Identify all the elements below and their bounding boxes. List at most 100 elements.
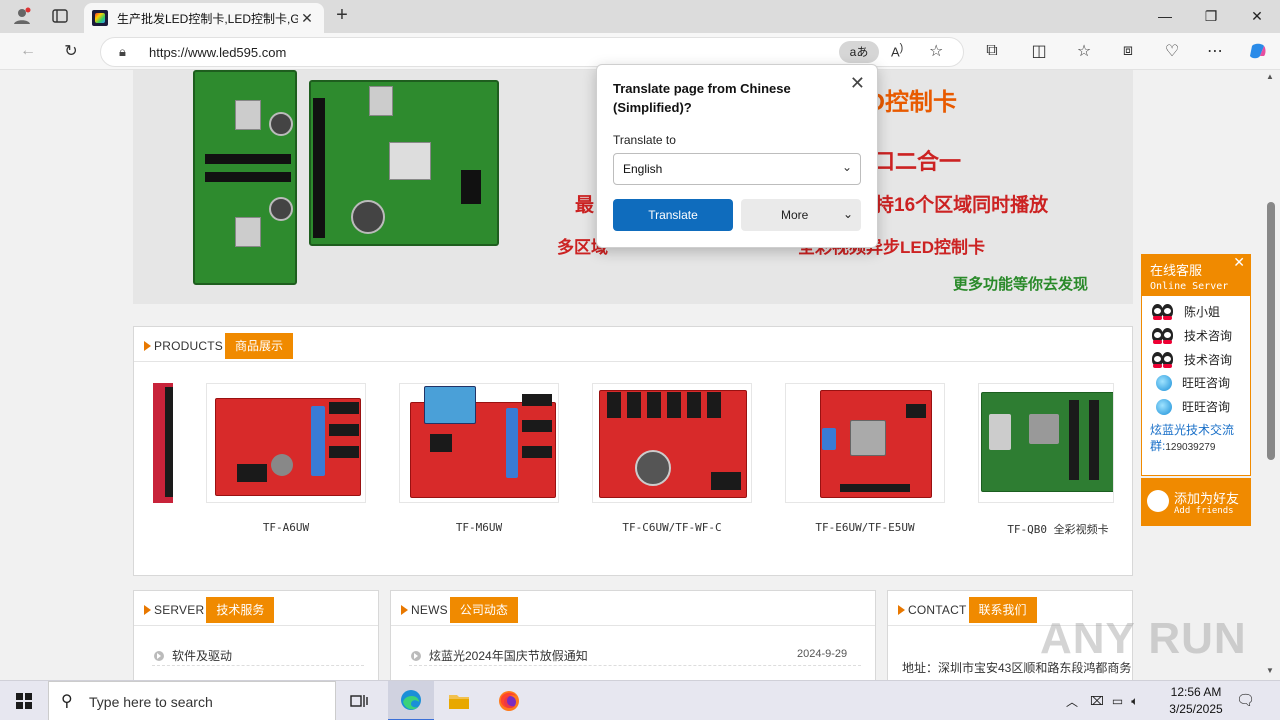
scrollbar-thumb[interactable] (1267, 202, 1275, 460)
wangwang-icon (1156, 398, 1172, 415)
more-button[interactable]: More ⌄ (741, 199, 861, 231)
wangwang-contact[interactable]: 旺旺咨询 (1152, 374, 1230, 391)
divider (134, 361, 1132, 362)
volume-icon[interactable]: 🔈︎ (1131, 694, 1138, 709)
lock-icon[interactable]: 🔒︎ (119, 44, 126, 60)
product-card[interactable]: TF-QB0 全彩视频卡 (978, 383, 1138, 537)
split-screen-icon[interactable]: ◫ (1026, 39, 1052, 63)
product-name[interactable]: TF-M6UW (399, 521, 559, 534)
more-menu-icon[interactable]: ⋯ (1202, 39, 1228, 63)
translate-icon[interactable]: aあ (839, 41, 879, 63)
wangwang-label[interactable]: 旺旺咨询 (1182, 374, 1230, 391)
service-close-icon[interactable]: ✕ (1233, 254, 1245, 271)
product-card[interactable]: TF-M6UW (399, 383, 559, 534)
close-popup-icon[interactable]: ✕ (850, 73, 865, 94)
product-image-partial[interactable] (153, 383, 173, 503)
news-list-item[interactable]: 炫蓝光2024年国庆节放假通知 (411, 647, 588, 664)
banner-pcb-image-2 (309, 80, 499, 246)
server-list-item[interactable]: 软件及驱动 (154, 647, 232, 664)
edge-taskbar-icon[interactable] (388, 681, 434, 720)
address-bar[interactable]: 🔒︎ https://www.led595.com aあ A) ☆ (100, 37, 964, 67)
language-select[interactable]: English ⌄ (613, 153, 861, 185)
product-name[interactable]: TF-E6UW/TF-E5UW (785, 521, 945, 534)
product-image[interactable] (978, 383, 1114, 503)
read-aloud-icon[interactable]: A) (891, 42, 903, 59)
products-section: PRODUCTS 商品展示 TF-A6UW TF-M6UW TF-C6UW/TF… (133, 326, 1133, 576)
network-device-icon[interactable]: ⌧ (1090, 694, 1104, 708)
add-friend-cn[interactable]: 添加为好友 (1174, 488, 1239, 507)
profile-icon[interactable] (10, 5, 34, 27)
translate-button[interactable]: Translate (613, 199, 733, 231)
product-name[interactable]: TF-QB0 全彩视频卡 (978, 521, 1138, 537)
products-header: PRODUCTS 商品展示 (144, 333, 293, 359)
product-image[interactable] (592, 383, 752, 503)
product-card[interactable]: TF-A6UW (206, 383, 366, 534)
firefox-icon[interactable] (486, 681, 532, 720)
add-friend-button[interactable]: 添加为好友 Add friends (1141, 478, 1251, 526)
close-tab-icon[interactable]: ✕ (298, 10, 316, 27)
arrow-icon (144, 341, 151, 351)
tech-group: 炫蓝光技术交流群:129039279 (1150, 422, 1246, 456)
copilot-icon[interactable] (1245, 39, 1271, 63)
close-window-button[interactable]: ✕ (1234, 4, 1280, 28)
server-section: SERVER 技术服务 软件及驱动 (133, 590, 379, 680)
banner-line-2: 口二合一 (873, 149, 962, 174)
add-friend-en[interactable]: Add friends (1174, 506, 1234, 516)
service-title: 在线客服 (1150, 263, 1203, 278)
clock-time[interactable]: 12:56 AM (1160, 684, 1232, 701)
scroll-down-icon[interactable]: ▼ (1266, 666, 1274, 675)
qq-contact-label[interactable]: 技术咨询 (1184, 351, 1232, 368)
scroll-up-icon[interactable]: ▲ (1266, 72, 1274, 81)
favorites-icon[interactable]: ☆ (1071, 39, 1097, 63)
new-tab-button[interactable]: + (332, 5, 352, 27)
start-button[interactable] (0, 681, 48, 720)
tab-actions-icon[interactable] (48, 5, 72, 27)
chevron-down-icon[interactable]: ⌄ (842, 160, 852, 174)
refresh-icon[interactable]: ↻ (58, 39, 84, 63)
more-button-label[interactable]: More (781, 208, 808, 222)
collections-icon[interactable]: ⧈ (1115, 39, 1141, 63)
notification-icon[interactable]: 🗨︎ (1236, 691, 1255, 709)
favorite-star-icon[interactable]: ☆ (929, 41, 943, 61)
file-explorer-icon[interactable] (436, 681, 482, 720)
extensions-icon[interactable]: ⧉ (979, 39, 1005, 63)
banner-pcb-image (193, 70, 297, 285)
task-view-icon[interactable] (336, 681, 382, 720)
clock[interactable]: 12:56 AM 3/25/2025 (1160, 684, 1232, 718)
product-card[interactable]: TF-C6UW/TF-WF-C (592, 383, 752, 534)
server-title-en: SERVER (154, 603, 205, 617)
chat-bubble-icon (1147, 490, 1169, 512)
qq-contact-label[interactable]: 技术咨询 (1184, 327, 1232, 344)
minimize-button[interactable]: — (1142, 4, 1188, 28)
product-card[interactable]: TF-E6UW/TF-E5UW (785, 383, 945, 534)
wangwang-contact[interactable]: 旺旺咨询 (1152, 398, 1230, 415)
performance-icon[interactable]: ♡ (1159, 39, 1185, 63)
product-image[interactable] (785, 383, 945, 503)
back-icon[interactable]: ← (15, 39, 41, 63)
active-tab[interactable]: 生产批发LED控制卡,LED控制卡,G ✕ (84, 3, 324, 33)
chevron-down-icon[interactable]: ⌄ (843, 207, 853, 221)
qq-contact-label[interactable]: 陈小姐 (1184, 303, 1220, 320)
qq-contact[interactable]: 技术咨询 (1152, 350, 1232, 368)
contact-title-cn: 联系我们 (968, 597, 1037, 623)
wangwang-label[interactable]: 旺旺咨询 (1182, 398, 1230, 415)
page-scrollbar[interactable]: ▲ ▼ (1262, 70, 1280, 680)
product-image[interactable] (399, 383, 559, 503)
search-placeholder[interactable]: Type here to search (89, 694, 213, 710)
restore-button[interactable]: ❐ (1188, 4, 1234, 28)
clock-date[interactable]: 3/25/2025 (1160, 701, 1232, 718)
selected-language[interactable]: English (623, 162, 662, 176)
taskbar-search-box[interactable]: ⚲ Type here to search (48, 681, 336, 720)
qq-contact[interactable]: 陈小姐 (1152, 302, 1220, 320)
news-item-title[interactable]: 炫蓝光2024年国庆节放假通知 (429, 647, 588, 664)
chevron-up-icon[interactable]: ︿ (1066, 693, 1078, 710)
product-name[interactable]: TF-A6UW (206, 521, 366, 534)
url-text[interactable]: https://www.led595.com (149, 45, 286, 60)
news-title-en: NEWS (411, 603, 448, 617)
product-name[interactable]: TF-C6UW/TF-WF-C (592, 521, 752, 534)
server-item-label[interactable]: 软件及驱动 (172, 647, 232, 664)
product-image[interactable] (206, 383, 366, 503)
banner-line-3b: 持16个区域同时播放 (875, 195, 1049, 216)
network-icon[interactable]: ▭ (1112, 694, 1123, 708)
qq-contact[interactable]: 技术咨询 (1152, 326, 1232, 344)
